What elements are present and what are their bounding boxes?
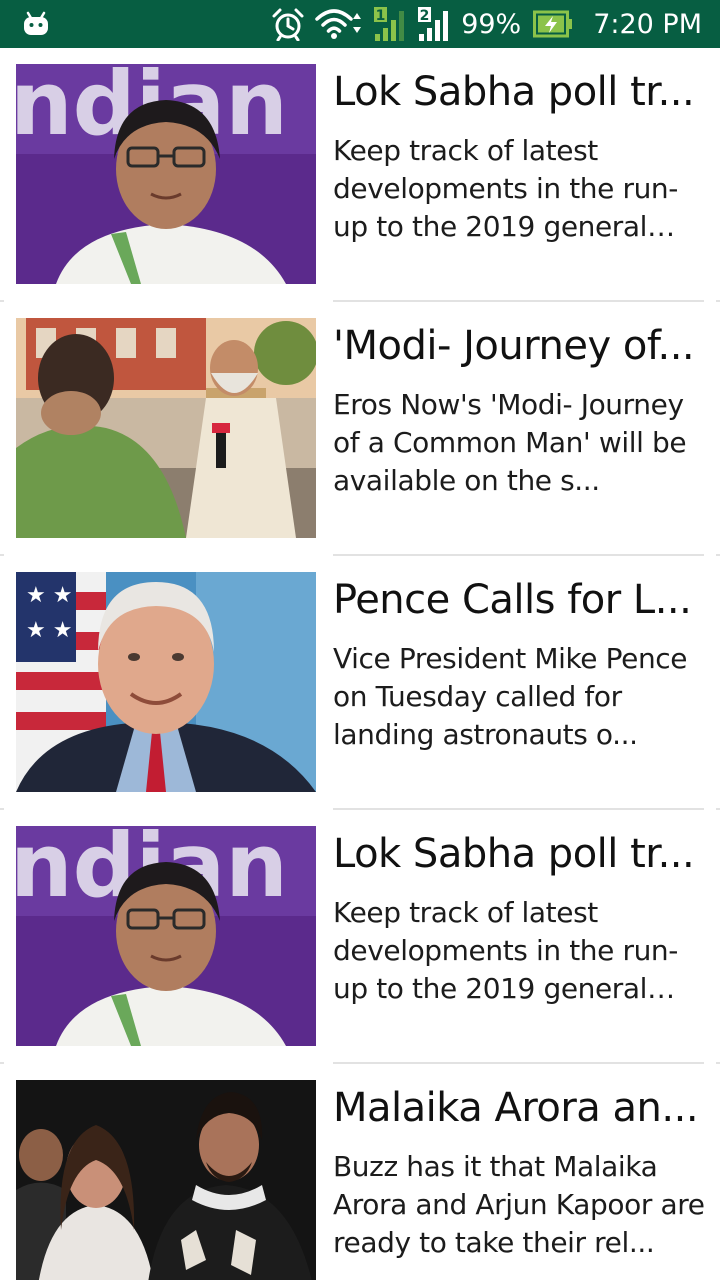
alarm-icon <box>272 8 304 41</box>
news-snippet[interactable]: Keep track of latest developments in the… <box>333 894 705 1008</box>
news-feed[interactable]: ndian Lok Sabha poll tr... Keep track of… <box>0 48 720 1280</box>
news-text[interactable]: Malaika Arora an... Buzz has it that Mal… <box>333 1082 705 1262</box>
modi-journey-photo[interactable] <box>16 318 316 538</box>
news-item[interactable]: 'Modi- Journey of... Eros Now's 'Modi- J… <box>0 302 720 556</box>
svg-text:★ ★: ★ ★ <box>26 583 72 608</box>
news-item[interactable]: Malaika Arora an... Buzz has it that Mal… <box>0 1064 720 1280</box>
signal-sim2-icon: 2 <box>418 7 449 41</box>
mamata-banerjee-photo[interactable]: ndian <box>16 826 316 1046</box>
news-item[interactable]: ndian Lok Sabha poll tr... Keep track of… <box>0 48 720 302</box>
mike-pence-photo[interactable]: ★ ★ ★ ★ <box>16 572 316 792</box>
malaika-arjun-photo[interactable] <box>16 1080 316 1280</box>
battery-percentage: 99% <box>461 8 522 40</box>
news-snippet[interactable]: Vice President Mike Pence on Tuesday cal… <box>333 640 705 754</box>
news-headline[interactable]: Pence Calls for L... <box>333 574 705 626</box>
wifi-icon <box>315 9 362 39</box>
battery-charging-icon <box>533 10 573 38</box>
signal-sim1-icon: 1 <box>374 7 405 41</box>
news-headline[interactable]: Lok Sabha poll tr... <box>333 66 705 118</box>
svg-text:1: 1 <box>376 8 386 24</box>
news-text[interactable]: Pence Calls for L... Vice President Mike… <box>333 574 705 754</box>
news-snippet[interactable]: Keep track of latest developments in the… <box>333 132 705 246</box>
svg-text:★ ★: ★ ★ <box>26 618 72 643</box>
news-item[interactable]: ★ ★ ★ ★ Pence Calls for L... Vice Presid… <box>0 556 720 810</box>
news-headline[interactable]: Malaika Arora an... <box>333 1082 705 1134</box>
news-text[interactable]: Lok Sabha poll tr... Keep track of lates… <box>333 828 705 1008</box>
status-bar: 1 2 99% 7:20 PM <box>0 0 720 48</box>
news-text[interactable]: 'Modi- Journey of... Eros Now's 'Modi- J… <box>333 320 705 500</box>
news-snippet[interactable]: Eros Now's 'Modi- Journey of a Common Ma… <box>333 386 705 500</box>
android-icon <box>24 11 48 35</box>
clock-time: 7:20 PM <box>593 8 702 40</box>
news-text[interactable]: Lok Sabha poll tr... Keep track of lates… <box>333 66 705 246</box>
news-item[interactable]: ndian Lok Sabha poll tr... Keep track of… <box>0 810 720 1064</box>
news-snippet[interactable]: Buzz has it that Malaika Arora and Arjun… <box>333 1148 705 1262</box>
svg-text:2: 2 <box>420 8 430 24</box>
news-headline[interactable]: 'Modi- Journey of... <box>333 320 705 372</box>
news-headline[interactable]: Lok Sabha poll tr... <box>333 828 705 880</box>
mamata-banerjee-photo[interactable]: ndian <box>16 64 316 284</box>
